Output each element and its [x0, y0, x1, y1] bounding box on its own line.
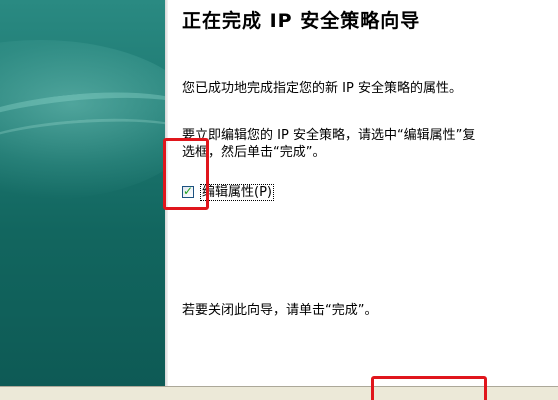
close-instruction: 若要关闭此向导，请单击“完成”。 — [182, 303, 378, 318]
wizard-watermark-panel — [0, 0, 165, 386]
edit-instruction-line-1: 要立即编辑您的 IP 安全策略，请选中“编辑属性”复 — [182, 128, 476, 143]
wizard-title: 正在完成 IP 安全策略向导 — [182, 10, 421, 32]
finish-button-highlight-annotation — [371, 376, 487, 400]
edit-properties-label[interactable]: 编辑属性(P) — [200, 183, 274, 201]
checkbox-highlight-annotation — [163, 138, 209, 210]
wizard-content: 正在完成 IP 安全策略向导 您已成功地完成指定您的新 IP 安全策略的属性。 … — [168, 0, 558, 386]
completed-message: 您已成功地完成指定您的新 IP 安全策略的属性。 — [182, 81, 462, 96]
ipsec-policy-wizard: 正在完成 IP 安全策略向导 您已成功地完成指定您的新 IP 安全策略的属性。 … — [0, 0, 558, 400]
